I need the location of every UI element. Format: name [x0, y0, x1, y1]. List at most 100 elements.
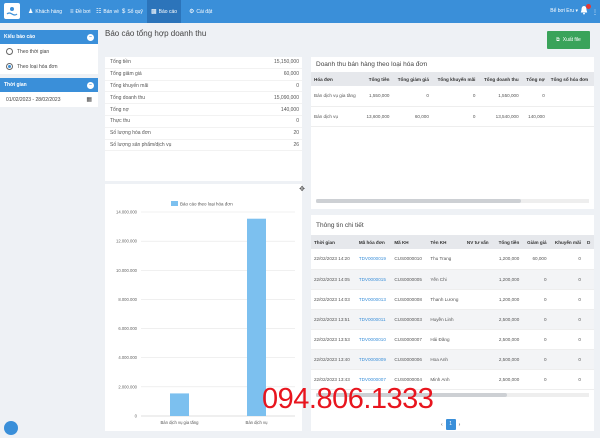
- money-icon: $: [122, 8, 126, 15]
- horizontal-scrollbar[interactable]: [316, 199, 589, 203]
- person-icon: ♟: [28, 9, 34, 15]
- column-header[interactable]: Mã KH: [391, 235, 428, 249]
- next-page-icon[interactable]: ›: [459, 422, 461, 428]
- table-cell[interactable]: TDV0000009: [355, 349, 392, 370]
- table-cell: 0: [522, 349, 550, 370]
- revenue-by-type-panel: Doanh thu bán hàng theo loại hóa đơn Hóa…: [311, 57, 594, 209]
- table-cell: 1,200,000: [493, 269, 523, 290]
- scrollbar-thumb[interactable]: [316, 199, 521, 203]
- column-header[interactable]: Mã hóa đơn: [355, 235, 392, 249]
- table-cell: 0: [549, 289, 584, 310]
- menu-icon[interactable]: ⋮: [592, 9, 598, 16]
- table-row[interactable]: 22/02/2023 14:05 TDV0000015 CUS0000005 Yến …: [311, 269, 594, 290]
- column-header[interactable]: Tổng khuyến mãi: [431, 72, 479, 86]
- radio-option-by-time[interactable]: Theo thời gian: [0, 44, 98, 59]
- table-row[interactable]: 22/02/2023 14:20 TDV0000019 CUS0000010 Thu …: [311, 249, 594, 270]
- radio-button[interactable]: [6, 48, 13, 55]
- table-cell: 0: [549, 349, 584, 370]
- calendar-icon[interactable]: ▦: [86, 96, 92, 103]
- summary-label: Tổng tiền: [110, 59, 131, 66]
- table-cell: 2,500,000: [493, 329, 523, 350]
- nav-pools[interactable]: ≡ Đề bơi: [70, 0, 90, 23]
- summary-value: 0: [296, 118, 299, 125]
- column-header[interactable]: Tên KH: [427, 235, 464, 249]
- table-cell[interactable]: TDV0000013: [355, 289, 392, 310]
- table-cell: [583, 269, 594, 290]
- table-cell: Hải Đăng: [427, 329, 464, 350]
- table-row[interactable]: Bán dịch vụ 13,600,000 60,000 0 13,540,000 14…: [311, 106, 594, 127]
- radio-label: Theo loại hóa đơn: [17, 63, 58, 70]
- panel-title: Kiểu báo cáo: [4, 34, 36, 40]
- legend-label[interactable]: Báo cáo theo loại hóa đơn: [180, 202, 233, 207]
- column-header[interactable]: Tổng tiền: [361, 72, 393, 86]
- table-cell[interactable]: TDV0000010: [355, 329, 392, 350]
- report-type-panel: Kiểu báo cáo – Theo thời gian Theo loại h…: [0, 30, 98, 74]
- page-number[interactable]: 1: [445, 419, 456, 430]
- table-cell: 0: [549, 329, 584, 350]
- move-icon[interactable]: ✥: [299, 185, 305, 193]
- table-cell: [583, 309, 594, 330]
- column-header[interactable]: NV tư vấn: [463, 235, 494, 249]
- panel-header: Thời gian –: [0, 78, 98, 92]
- summary-value: 140,000: [280, 106, 299, 113]
- table-cell: [463, 369, 494, 390]
- table-cell[interactable]: TDV0000011: [355, 309, 392, 330]
- revenue-by-type-table: Hóa đơn Tổng tiền Tổng giảm giá Tổng khuyến…: [311, 72, 594, 127]
- collapse-icon[interactable]: –: [87, 33, 94, 41]
- panel-title: Thông tin chi tiết: [316, 222, 364, 229]
- table-cell: 22/02/2023 13:53: [311, 329, 356, 350]
- table-row[interactable]: 22/02/2023 13:51 TDV0000011 CUS0000003 Huyề…: [311, 309, 594, 330]
- radio-button[interactable]: [6, 63, 13, 70]
- app-logo[interactable]: [4, 3, 20, 19]
- table-row[interactable]: 22/02/2023 14:03 TDV0000013 CUS0000008 Than…: [311, 289, 594, 310]
- table-cell[interactable]: TDV0000015: [355, 269, 392, 290]
- nav-customers[interactable]: ♟ Khách hàng: [28, 0, 62, 23]
- table-row[interactable]: 22/02/2023 13:40 TDV0000009 CUS0000006 Hoa …: [311, 349, 594, 370]
- table-row[interactable]: Bán dịch vụ gia tăng 1,550,000 0 0 1,550,000…: [311, 86, 594, 107]
- nav-label: Đề bơi: [75, 8, 91, 15]
- user-menu[interactable]: Bể bơi Eru ▾: [550, 8, 578, 14]
- nav-label: Cài đặt: [196, 8, 213, 15]
- chat-avatar-icon[interactable]: [4, 421, 18, 435]
- nav-reports[interactable]: ▩ Báo cáo: [147, 0, 182, 23]
- bar[interactable]: [170, 393, 189, 416]
- date-range-input[interactable]: 01/02/2023 - 28/02/2023 ▦: [0, 92, 98, 107]
- table-cell: CUS0000007: [391, 329, 428, 350]
- table-row[interactable]: 22/02/2023 13:53 TDV0000010 CUS0000007 Hải …: [311, 329, 594, 350]
- column-header[interactable]: D: [583, 235, 594, 249]
- column-header[interactable]: Tổng tiền: [493, 235, 523, 249]
- column-header[interactable]: Giảm giá: [522, 235, 550, 249]
- summary-label: Tổng khuyến mãi: [110, 82, 149, 89]
- nav-cashbook[interactable]: $ Sổ quỹ: [122, 0, 143, 23]
- prev-page-icon[interactable]: ‹: [441, 422, 443, 428]
- y-tick-label: 2.000.000: [118, 384, 137, 389]
- column-header[interactable]: Khuyến mãi: [549, 235, 584, 249]
- sidebar: Kiểu báo cáo – Theo thời gian Theo loại h…: [0, 30, 98, 111]
- radio-option-by-invoice-type[interactable]: Theo loại hóa đơn: [0, 59, 98, 74]
- export-button[interactable]: ⧉ Xuất file: [547, 31, 590, 49]
- table-cell[interactable]: TDV0000019: [355, 249, 392, 270]
- summary-label: Tổng doanh thu: [110, 94, 146, 101]
- column-header[interactable]: Tổng doanh thu: [478, 72, 522, 86]
- column-header[interactable]: Thời gian: [311, 235, 356, 249]
- legend-swatch[interactable]: [171, 201, 178, 206]
- table-cell: [463, 329, 494, 350]
- summary-row: Tổng doanh thu 15,090,000: [105, 92, 302, 105]
- column-header[interactable]: Tổng nợ: [521, 72, 548, 86]
- collapse-icon[interactable]: –: [87, 81, 94, 89]
- table-cell: [583, 249, 594, 270]
- table-cell: 2,500,000: [493, 309, 523, 330]
- table-cell: 13,540,000: [478, 106, 522, 127]
- table-cell: 1,550,000: [361, 86, 393, 107]
- column-header[interactable]: Hóa đơn: [311, 72, 362, 86]
- radio-label: Theo thời gian: [17, 48, 50, 55]
- summary-value: 15,150,000: [273, 59, 299, 66]
- table-cell: [547, 106, 594, 127]
- export-icon: ⧉: [556, 37, 560, 43]
- column-header[interactable]: Tổng giảm giá: [392, 72, 432, 86]
- nav-tickets[interactable]: ☷ Bán vé: [96, 0, 119, 23]
- summary-row: Số lượng sản phẩm/dịch vụ 26: [105, 140, 302, 152]
- nav-settings[interactable]: ⚙ Cài đặt: [189, 0, 212, 23]
- column-header[interactable]: Tổng số hóa đơn: [547, 72, 594, 86]
- table-cell: 1,200,000: [493, 249, 523, 270]
